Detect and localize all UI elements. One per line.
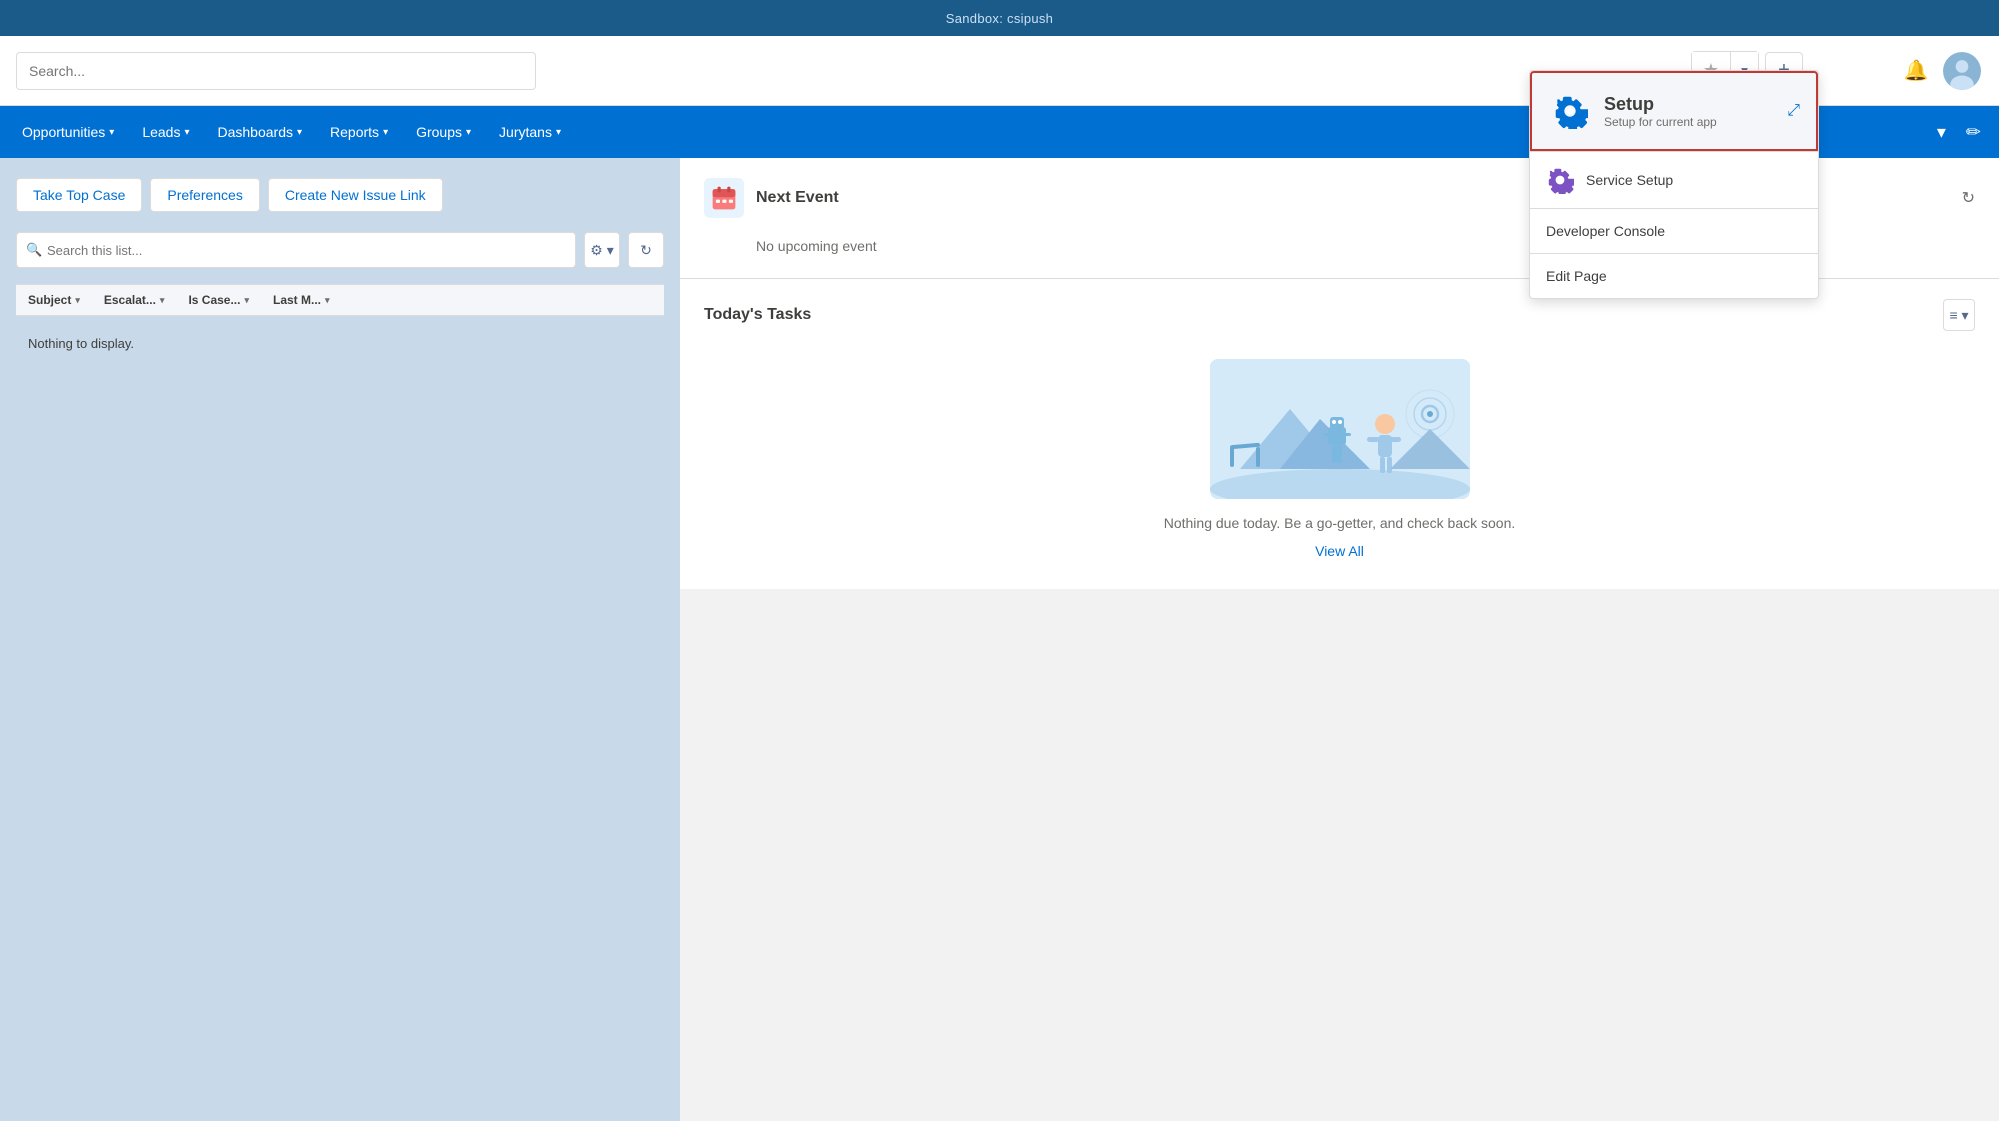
- list-settings-button[interactable]: ⚙ ▾: [584, 232, 620, 268]
- avatar[interactable]: [1941, 50, 1983, 92]
- notifications-button[interactable]: 🔔: [1897, 52, 1935, 90]
- developer-console-item[interactable]: Developer Console: [1530, 209, 1818, 253]
- content-area: Take Top Case Preferences Create New Iss…: [0, 158, 1999, 1121]
- view-all-link[interactable]: View All: [1315, 543, 1364, 559]
- tasks-illustration-svg: [1210, 359, 1470, 499]
- action-buttons: Take Top Case Preferences Create New Iss…: [16, 178, 664, 212]
- edit-page-item[interactable]: Edit Page: [1530, 254, 1818, 298]
- setup-subtitle: Setup for current app: [1604, 115, 1717, 129]
- developer-console-label: Developer Console: [1546, 223, 1665, 239]
- list-refresh-button[interactable]: ↻: [628, 232, 664, 268]
- col-subject[interactable]: Subject ▾: [16, 285, 92, 315]
- setup-text-group: Setup Setup for current app: [1604, 94, 1717, 129]
- nav-item-dashboards[interactable]: Dashboards ▾: [204, 106, 317, 158]
- nav-more-button[interactable]: ▾: [1927, 122, 1956, 143]
- col-escalation-chevron: ▾: [160, 295, 165, 306]
- setup-menu-header[interactable]: Setup Setup for current app ⤢: [1530, 71, 1818, 151]
- col-last-modified[interactable]: Last M... ▾: [261, 285, 342, 315]
- search-list-icon: 🔍: [26, 242, 42, 258]
- col-subject-chevron: ▾: [75, 295, 80, 306]
- nav-item-groups[interactable]: Groups ▾: [402, 106, 485, 158]
- tasks-actions: ≡ ▾: [1943, 299, 1975, 331]
- col-escalation[interactable]: Escalat... ▾: [92, 285, 177, 315]
- table-header: Subject ▾ Escalat... ▾ Is Case... ▾ Last…: [16, 284, 664, 316]
- setup-title: Setup: [1604, 94, 1717, 115]
- external-link-icon[interactable]: ⤢: [1787, 102, 1800, 120]
- col-last-modified-chevron: ▾: [325, 295, 330, 306]
- preferences-button[interactable]: Preferences: [150, 178, 259, 212]
- search-input[interactable]: [16, 52, 536, 90]
- take-top-case-button[interactable]: Take Top Case: [16, 178, 142, 212]
- service-setup-label: Service Setup: [1586, 172, 1673, 188]
- avatar-icon: [1943, 52, 1981, 90]
- search-list-input[interactable]: [16, 232, 576, 268]
- tasks-card: Today's Tasks ≡ ▾: [680, 279, 1999, 589]
- nav-edit-button[interactable]: ✏: [1956, 122, 1991, 143]
- nav-item-jurytans[interactable]: Jurytans ▾: [485, 106, 575, 158]
- setup-gear-svg: [1552, 93, 1588, 129]
- no-tasks-text: Nothing due today. Be a go-getter, and c…: [1164, 515, 1516, 531]
- search-list-row: 🔍 ⚙ ▾ ↻: [16, 232, 664, 268]
- col-is-case[interactable]: Is Case... ▾: [176, 285, 261, 315]
- nav-chevron-groups: ▾: [466, 127, 471, 138]
- nav-item-opportunities[interactable]: Opportunities ▾: [8, 106, 128, 158]
- service-setup-icon: [1546, 166, 1574, 194]
- setup-dropdown-menu: Setup Setup for current app ⤢ Service Se…: [1529, 70, 1819, 299]
- nav-chevron-jurytans: ▾: [556, 127, 561, 138]
- nav-chevron-opportunities: ▾: [109, 127, 114, 138]
- left-panel: Take Top Case Preferences Create New Iss…: [0, 158, 680, 1121]
- nav-chevron-reports: ▾: [383, 127, 388, 138]
- tasks-illustration: [1210, 359, 1470, 499]
- no-display-message: Nothing to display.: [16, 316, 664, 371]
- no-tasks-illustration: Nothing due today. Be a go-getter, and c…: [704, 339, 1975, 569]
- calendar-icon: [711, 185, 737, 211]
- gear-button[interactable]: [1853, 52, 1891, 90]
- nav-item-reports[interactable]: Reports ▾: [316, 106, 402, 158]
- right-panel: Next Event ↻ No upcoming event Today's T…: [680, 158, 1999, 1121]
- nav-chevron-leads: ▾: [184, 127, 189, 138]
- search-list-wrapper: 🔍: [16, 232, 576, 268]
- create-new-issue-link-button[interactable]: Create New Issue Link: [268, 178, 443, 212]
- service-gear-svg: [1546, 166, 1574, 194]
- edit-page-label: Edit Page: [1546, 268, 1607, 284]
- next-event-refresh-button[interactable]: ↻: [1962, 188, 1975, 208]
- col-is-case-chevron: ▾: [244, 295, 249, 306]
- event-icon: [704, 178, 744, 218]
- tasks-filter-button[interactable]: ≡ ▾: [1943, 299, 1975, 331]
- tasks-title: Today's Tasks ≡ ▾: [704, 299, 1975, 331]
- service-setup-item[interactable]: Service Setup: [1530, 152, 1818, 208]
- sandbox-title: Sandbox: csipush: [946, 11, 1053, 26]
- nav-chevron-dashboards: ▾: [297, 127, 302, 138]
- nav-item-leads[interactable]: Leads ▾: [128, 106, 203, 158]
- gear-icon: [1860, 59, 1884, 83]
- setup-gear-icon: [1548, 89, 1592, 133]
- top-bar: Sandbox: csipush: [0, 0, 1999, 36]
